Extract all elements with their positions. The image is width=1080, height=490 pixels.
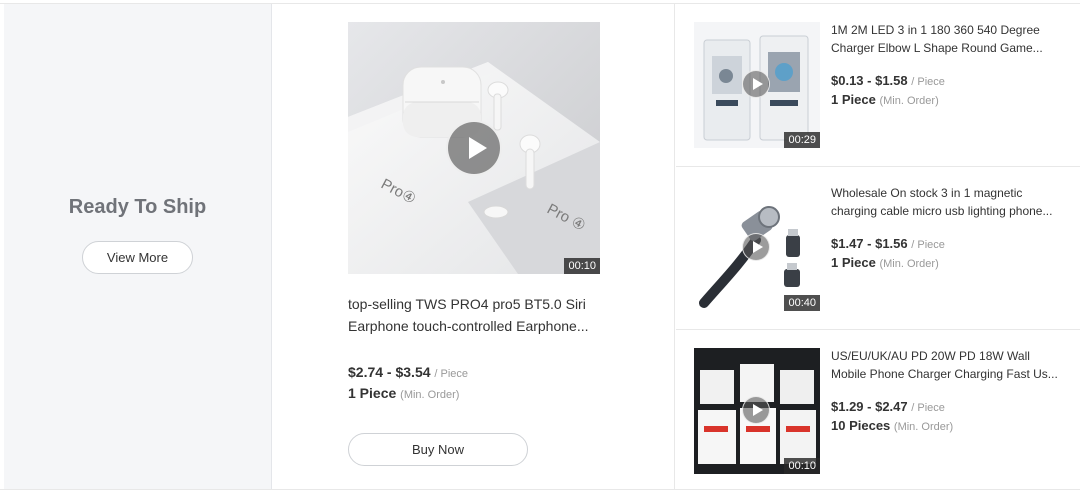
price-unit: / Piece	[911, 76, 945, 88]
featured-min-order: 1 Piece (Min. Order)	[348, 385, 459, 401]
product-min-order: 10 Pieces (Min. Order)	[831, 418, 953, 433]
product-price: $1.29 - $2.47 / Piece	[831, 399, 945, 414]
min-order-quantity: 1 Piece	[831, 255, 876, 270]
min-order-quantity: 1 Piece	[348, 385, 397, 401]
view-more-button[interactable]: View More	[82, 241, 193, 274]
title-line-2: Mobile Phone Charger Charging Fast Us...	[831, 367, 1058, 381]
product-price: $0.13 - $1.58 / Piece	[831, 73, 945, 88]
list-item[interactable]: 00:10 US/EU/UK/AU PD 20W PD 18W Wall Mob…	[676, 330, 1080, 489]
featured-product-card[interactable]: Pro④ Pro ④ 00:10 top-selling TWS PRO4 pr…	[273, 4, 675, 489]
price-range: $2.74 - $3.54	[348, 364, 431, 380]
play-icon[interactable]	[446, 120, 502, 176]
product-video-thumbnail[interactable]: 00:29	[694, 22, 820, 148]
product-price: $1.47 - $1.56 / Piece	[831, 236, 945, 251]
featured-product-title[interactable]: top-selling TWS PRO4 pro5 BT5.0 Siri Ear…	[348, 293, 598, 337]
product-min-order: 1 Piece (Min. Order)	[831, 92, 939, 107]
product-video-thumbnail[interactable]: 00:40	[694, 185, 820, 311]
ready-to-ship-panel: Ready To Ship View More	[4, 4, 272, 489]
product-video-thumbnail[interactable]: 00:10	[694, 348, 820, 474]
min-order-note: (Min. Order)	[893, 421, 954, 433]
product-list: 00:29 1M 2M LED 3 in 1 180 360 540 Degre…	[676, 4, 1080, 489]
play-icon[interactable]	[742, 233, 770, 261]
title-line-2: Earphone touch-controlled Earphone...	[348, 318, 589, 334]
list-item[interactable]: 00:29 1M 2M LED 3 in 1 180 360 540 Degre…	[676, 4, 1080, 167]
min-order-quantity: 10 Pieces	[831, 418, 891, 433]
price-unit: / Piece	[911, 239, 945, 251]
video-duration: 00:10	[564, 258, 600, 274]
product-title[interactable]: 1M 2M LED 3 in 1 180 360 540 Degree Char…	[831, 21, 1066, 57]
price-unit: / Piece	[434, 368, 469, 380]
min-order-note: (Min. Order)	[400, 389, 460, 401]
price-unit: / Piece	[911, 402, 945, 414]
play-icon[interactable]	[742, 396, 770, 424]
featured-product-video-thumbnail[interactable]: Pro④ Pro ④ 00:10	[348, 22, 600, 274]
list-item[interactable]: 00:40 Wholesale On stock 3 in 1 magnetic…	[676, 167, 1080, 330]
title-line-1: US/EU/UK/AU PD 20W PD 18W Wall	[831, 349, 1030, 363]
min-order-note: (Min. Order)	[879, 95, 939, 107]
featured-price: $2.74 - $3.54 / Piece	[348, 364, 468, 380]
price-range: $0.13 - $1.58	[831, 73, 908, 88]
min-order-quantity: 1 Piece	[831, 92, 876, 107]
video-duration: 00:40	[784, 295, 820, 311]
ready-to-ship-title: Ready To Ship	[68, 196, 207, 218]
price-range: $1.47 - $1.56	[831, 236, 908, 251]
video-duration: 00:10	[784, 458, 820, 474]
video-duration: 00:29	[784, 132, 820, 148]
buy-now-button[interactable]: Buy Now	[348, 433, 528, 466]
price-range: $1.29 - $2.47	[831, 399, 908, 414]
product-min-order: 1 Piece (Min. Order)	[831, 255, 939, 270]
min-order-note: (Min. Order)	[879, 258, 939, 270]
title-line-1: Wholesale On stock 3 in 1 magnetic	[831, 186, 1023, 200]
title-line-2: charging cable micro usb lighting phone.…	[831, 204, 1053, 218]
title-line-2: Charger Elbow L Shape Round Game...	[831, 41, 1043, 55]
title-line-1: top-selling TWS PRO4 pro5 BT5.0 Siri	[348, 296, 586, 312]
product-title[interactable]: US/EU/UK/AU PD 20W PD 18W Wall Mobile Ph…	[831, 347, 1066, 383]
title-line-1: 1M 2M LED 3 in 1 180 360 540 Degree	[831, 23, 1040, 37]
product-title[interactable]: Wholesale On stock 3 in 1 magnetic charg…	[831, 184, 1066, 220]
play-icon[interactable]	[742, 70, 770, 98]
